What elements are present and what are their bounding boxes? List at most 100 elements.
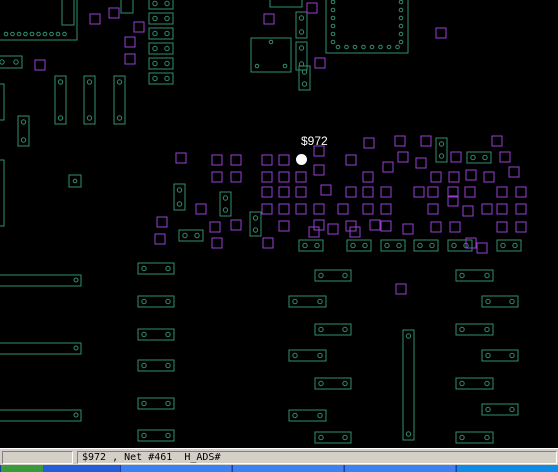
taskbar-item[interactable] <box>344 465 455 472</box>
component-pin <box>459 380 465 387</box>
component-outline <box>269 0 303 8</box>
ic-pin <box>330 0 336 5</box>
taskbar-item[interactable] <box>232 465 343 472</box>
component-pin <box>509 406 515 413</box>
component-pin <box>314 242 320 249</box>
ic-pin <box>398 7 404 13</box>
via <box>430 171 442 183</box>
component-pin <box>317 352 323 359</box>
component-pin <box>152 15 158 22</box>
start-button[interactable] <box>0 465 43 472</box>
via <box>314 57 326 69</box>
ic-pin <box>55 31 61 37</box>
via <box>515 186 527 198</box>
component-pin <box>0 59 5 65</box>
component-pin <box>500 242 506 249</box>
component-pin <box>222 195 229 201</box>
component-pin <box>362 242 368 249</box>
component-pin <box>57 115 64 121</box>
component-outline <box>0 342 82 355</box>
component-pin <box>165 331 171 338</box>
component-pin <box>252 215 259 221</box>
via <box>496 221 508 233</box>
via <box>499 151 511 163</box>
status-bar: $972 , Net #461 H_ADS# <box>0 448 558 465</box>
component-pin <box>485 406 491 413</box>
component-pin <box>164 45 170 52</box>
component-pin <box>396 242 402 249</box>
taskbar-item[interactable] <box>120 465 231 472</box>
component-pin <box>141 298 147 305</box>
component-pin <box>292 412 298 419</box>
ic-pin <box>49 31 54 37</box>
via <box>209 221 221 233</box>
component-pin <box>292 352 298 359</box>
ic-pin <box>36 31 41 37</box>
component-pin <box>384 242 390 249</box>
component-pin <box>165 362 171 369</box>
component-outline <box>314 269 352 282</box>
component-pin <box>72 178 78 184</box>
component-outline <box>0 274 82 287</box>
component-pin <box>152 60 158 67</box>
component-outline <box>0 83 5 121</box>
via <box>483 171 495 183</box>
via <box>313 164 325 176</box>
component-pin <box>509 352 515 359</box>
system-tray <box>456 465 558 472</box>
component-pin <box>451 242 457 249</box>
via <box>278 186 290 198</box>
component-outline <box>137 397 175 410</box>
ic-pin <box>398 39 404 45</box>
component-pin <box>73 277 79 283</box>
component-pin <box>318 272 324 279</box>
component-pin <box>73 412 79 418</box>
ic-pin <box>398 0 404 5</box>
via <box>211 237 223 249</box>
component-outline <box>68 174 82 188</box>
component-outline <box>314 323 352 336</box>
component-outline <box>113 75 126 125</box>
component-pin <box>164 60 170 67</box>
component-pin <box>176 187 183 193</box>
component-pin <box>57 79 64 85</box>
via <box>363 137 375 149</box>
component-pin <box>302 242 308 249</box>
ic-pin <box>330 23 336 29</box>
component-outline <box>288 409 327 422</box>
via <box>306 2 318 14</box>
pcb-canvas[interactable] <box>0 0 558 448</box>
via <box>449 221 461 233</box>
selected-pin-icon[interactable] <box>296 154 307 165</box>
component-pin <box>438 153 445 159</box>
component-pin <box>459 272 465 279</box>
component-outline <box>54 75 67 125</box>
via <box>263 13 275 25</box>
via <box>380 203 392 215</box>
via <box>211 171 223 183</box>
via <box>124 53 136 65</box>
via <box>362 203 374 215</box>
ic-pin <box>330 39 336 45</box>
via <box>369 219 381 231</box>
component-pin <box>20 137 27 143</box>
ic-pin <box>386 44 392 50</box>
component-outline <box>137 295 175 308</box>
component-outline <box>137 429 175 442</box>
via <box>362 171 374 183</box>
status-pane-message: $972 , Net #461 H_ADS# <box>77 451 557 464</box>
via <box>427 186 439 198</box>
via <box>108 7 120 19</box>
via <box>313 203 325 215</box>
via <box>230 219 242 231</box>
component-pin <box>141 432 147 439</box>
via <box>327 223 339 235</box>
component-pin <box>182 232 188 239</box>
via <box>462 205 474 217</box>
ic-pin <box>10 31 15 37</box>
component-pin <box>86 79 93 85</box>
status-pane-left <box>2 451 73 464</box>
ic-pin <box>361 44 366 50</box>
via <box>345 154 357 166</box>
via <box>435 27 447 39</box>
